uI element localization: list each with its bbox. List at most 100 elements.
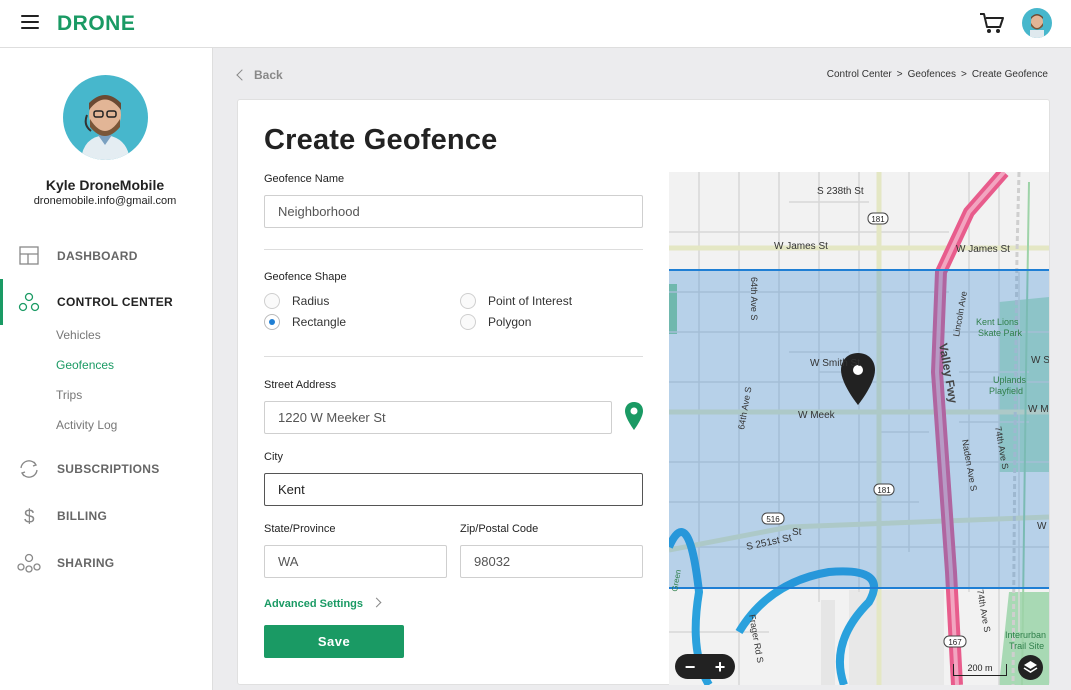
radio-label: Rectangle <box>292 315 347 329</box>
city-label: City <box>264 451 283 463</box>
sidebar-item-label: SHARING <box>57 556 115 570</box>
profile-avatar <box>63 75 148 160</box>
radio-circle <box>460 293 476 309</box>
sidebar-subitem-vehicles[interactable]: Vehicles <box>56 328 101 342</box>
map-label: W Meek <box>798 410 836 421</box>
sidebar-item-control-center[interactable]: CONTROL CENTER <box>0 279 212 325</box>
route-shield: 181 <box>867 212 889 225</box>
map-label: Kent Lions <box>976 317 1019 327</box>
sharing-icon <box>17 553 41 573</box>
sidebar-item-billing[interactable]: $ BILLING <box>0 497 212 535</box>
chevron-left-icon <box>236 69 248 81</box>
radio-label: Radius <box>292 294 330 308</box>
shape-radio-polygon[interactable]: Polygon <box>460 314 531 330</box>
location-pin-icon[interactable] <box>624 401 644 431</box>
street-address-label: Street Address <box>264 379 337 391</box>
shape-radio-point-of-interest[interactable]: Point of Interest <box>460 293 572 309</box>
map-label: W Smith St <box>810 358 860 369</box>
app-logo[interactable]: DRONE <box>57 12 135 36</box>
breadcrumb-separator: > <box>960 69 967 80</box>
cart-icon[interactable] <box>979 11 1005 35</box>
sidebar-item-label: BILLING <box>57 509 108 523</box>
map-label: Interurban <box>1005 630 1046 640</box>
map-label: S 238th St <box>817 186 864 197</box>
sidebar-item-label: SUBSCRIPTIONS <box>57 462 160 476</box>
breadcrumb-separator: > <box>896 69 903 80</box>
back-button[interactable]: Back <box>236 68 283 82</box>
zip-input[interactable] <box>460 545 643 578</box>
zoom-in-button[interactable]: + <box>715 658 726 676</box>
breadcrumb-control-center[interactable]: Control Center <box>827 69 892 80</box>
user-avatar[interactable] <box>1022 8 1052 38</box>
geofence-name-input[interactable] <box>264 195 643 228</box>
radio-circle <box>264 314 280 330</box>
map-label: W <box>1037 521 1047 532</box>
radio-circle <box>264 293 280 309</box>
advanced-settings-link[interactable]: Advanced Settings <box>264 597 382 610</box>
divider <box>264 356 643 357</box>
map-label: W Me <box>1028 404 1049 415</box>
sidebar-subitem-trips[interactable]: Trips <box>56 388 82 402</box>
sidebar-item-label: DASHBOARD <box>57 249 138 263</box>
map-label: Skate Park <box>978 328 1023 338</box>
route-167-label: 167 <box>948 638 962 647</box>
map-label: 64th Ave S <box>749 277 759 320</box>
route-181-label: 181 <box>877 486 891 495</box>
top-bar: DRONE <box>0 0 1071 48</box>
map-label: W James St <box>774 241 828 252</box>
profile-email: dronemobile.info@gmail.com <box>33 195 177 207</box>
shape-radio-radius[interactable]: Radius <box>264 293 329 309</box>
map-label: St <box>792 527 802 538</box>
state-label: State/Province <box>264 523 336 535</box>
dollar-icon: $ <box>24 507 35 526</box>
control-center-icon <box>18 292 40 312</box>
page-title: Create Geofence <box>264 124 498 156</box>
breadcrumb-create-geofence: Create Geofence <box>971 69 1048 80</box>
zoom-out-button[interactable]: − <box>685 658 696 676</box>
sidebar-item-dashboard[interactable]: DASHBOARD <box>0 237 212 275</box>
divider <box>264 249 643 250</box>
sidebar-subitem-activity-log[interactable]: Activity Log <box>56 418 117 432</box>
breadcrumb: Control Center > Geofences > Create Geofence <box>827 69 1048 80</box>
breadcrumb-geofences[interactable]: Geofences <box>908 69 956 80</box>
zip-label: Zip/Postal Code <box>460 523 539 535</box>
radio-label: Polygon <box>488 315 532 329</box>
route-shield: 181 <box>873 483 895 496</box>
shape-radio-rectangle[interactable]: Rectangle <box>264 314 346 330</box>
subscriptions-icon <box>20 460 38 478</box>
advanced-settings-label: Advanced Settings <box>264 598 364 610</box>
layers-button[interactable] <box>1018 655 1043 680</box>
geofence-shape-label: Geofence Shape <box>264 271 347 283</box>
map-label: Uplands <box>993 375 1027 385</box>
city-input[interactable] <box>264 473 643 506</box>
sidebar-item-sharing[interactable]: SHARING <box>0 544 212 582</box>
radio-label: Point of Interest <box>488 294 573 308</box>
hamburger-menu-icon[interactable] <box>21 15 39 31</box>
sidebar-subitem-geofences[interactable]: Geofences <box>56 358 114 372</box>
dashboard-icon <box>19 246 39 265</box>
map[interactable]: 181 181 516 167 S 238th St W James St W … <box>669 172 1049 685</box>
route-shield: 516 <box>761 512 785 525</box>
svg-text:$: $ <box>24 507 35 526</box>
sidebar-item-subscriptions[interactable]: SUBSCRIPTIONS <box>0 450 212 488</box>
back-label: Back <box>254 68 283 82</box>
route-181-label: 181 <box>871 215 885 224</box>
radio-circle <box>460 314 476 330</box>
layers-icon <box>1023 661 1038 673</box>
map-canvas: 181 181 516 167 S 238th St W James St W … <box>669 172 1049 685</box>
map-label: W S <box>1031 355 1049 366</box>
sidebar-item-label: CONTROL CENTER <box>57 295 173 309</box>
geofence-name-label: Geofence Name <box>264 173 345 185</box>
sidebar: Kyle DroneMobile dronemobile.info@gmail.… <box>0 48 213 690</box>
street-address-input[interactable] <box>264 401 612 434</box>
zoom-control: − + <box>675 654 735 679</box>
route-516-label: 516 <box>766 515 780 524</box>
profile-name: Kyle DroneMobile <box>45 177 165 193</box>
save-button[interactable]: Save <box>264 625 404 658</box>
map-label: W James St <box>956 244 1010 255</box>
map-label: Playfield <box>989 386 1023 396</box>
route-shield: 167 <box>943 635 967 648</box>
map-label: Trail Site <box>1009 641 1044 651</box>
chevron-right-icon <box>371 597 382 608</box>
state-input[interactable] <box>264 545 447 578</box>
